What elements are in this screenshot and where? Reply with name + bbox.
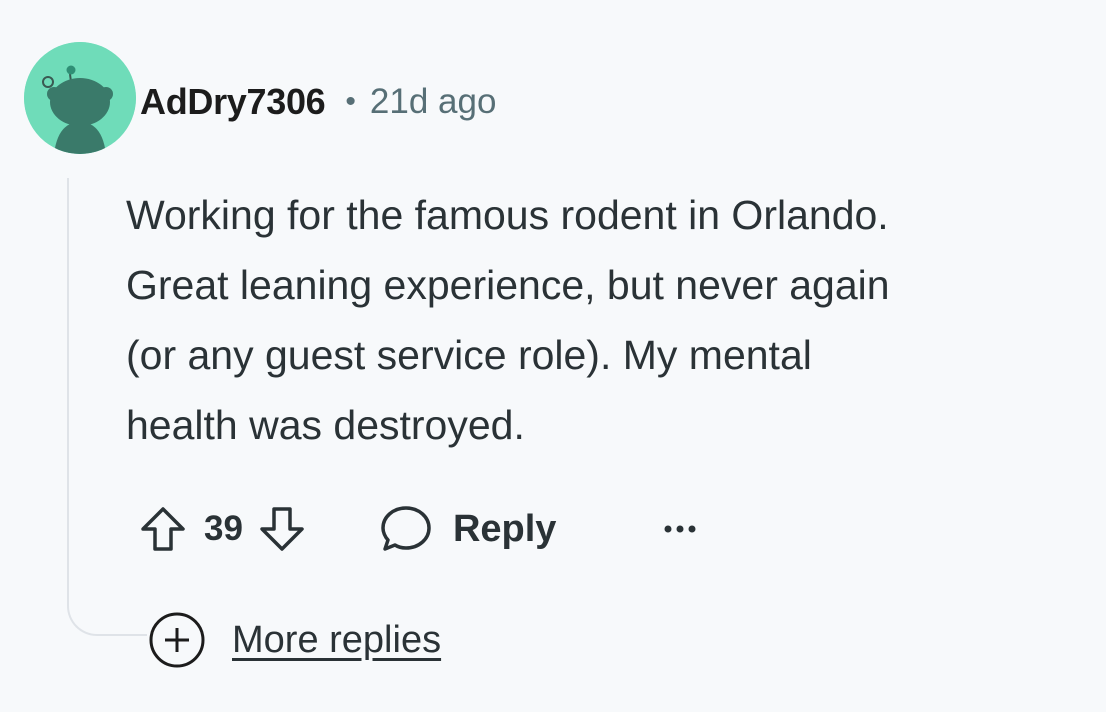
more-options-button[interactable] <box>660 519 700 539</box>
thread-line[interactable] <box>67 178 69 598</box>
more-replies-row: More replies <box>148 612 441 668</box>
speech-bubble-icon <box>381 506 431 551</box>
ellipsis-icon <box>664 525 696 533</box>
downvote-button[interactable] <box>257 504 307 554</box>
upvote-arrow-icon <box>141 507 185 551</box>
reply-button[interactable]: Reply <box>379 504 556 554</box>
reply-label: Reply <box>452 507 557 550</box>
expand-replies-button[interactable] <box>148 611 206 669</box>
comment-body-line: health was destroyed. <box>126 402 525 448</box>
comment: AdDry7306 • 21d ago Working for the famo… <box>0 0 1106 712</box>
meta-separator: • <box>345 85 356 118</box>
avatar[interactable] <box>24 42 136 154</box>
comment-actions: 39 Reply <box>138 498 700 560</box>
downvote-arrow-icon <box>260 507 304 551</box>
vote-score: 39 <box>204 509 243 548</box>
comment-body-line: (or any guest service role). My mental <box>126 332 812 378</box>
comment-body-line: Working for the famous rodent in Orlando… <box>126 192 889 238</box>
thread-connector <box>67 596 147 636</box>
snoo-avatar-icon <box>24 42 136 154</box>
comment-body: Working for the famous rodent in Orlando… <box>126 180 1086 460</box>
comment-header: AdDry7306 • 21d ago <box>140 78 496 126</box>
upvote-button[interactable] <box>138 504 188 554</box>
more-replies-link[interactable]: More replies <box>232 619 441 662</box>
plus-circle-icon <box>149 612 205 668</box>
username[interactable]: AdDry7306 <box>140 81 326 123</box>
timestamp[interactable]: 21d ago <box>370 82 497 122</box>
comment-body-line: Great leaning experience, but never agai… <box>126 262 890 308</box>
